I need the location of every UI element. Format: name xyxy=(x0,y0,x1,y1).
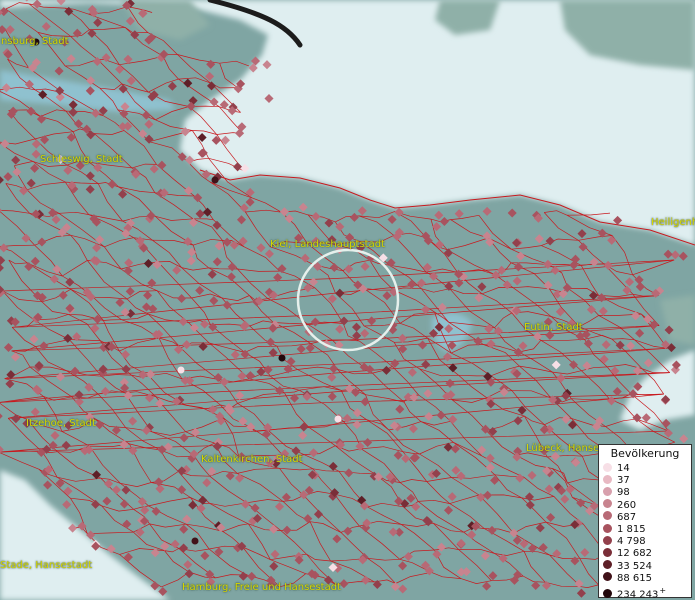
legend-swatch xyxy=(603,474,612,484)
legend-entry: 33 524 xyxy=(603,560,652,573)
population-marker[interactable] xyxy=(177,366,185,374)
legend-entry: 98 xyxy=(603,486,630,499)
legend-swatch xyxy=(603,547,612,557)
map-canvas[interactable] xyxy=(0,0,695,600)
population-marker[interactable] xyxy=(211,176,219,184)
legend-entry: 1 815 xyxy=(603,523,646,536)
legend-label: 33 524 xyxy=(617,560,652,572)
legend-entry: 37 xyxy=(603,474,630,487)
legend-label: 88 615 xyxy=(617,572,652,584)
legend-entry: 260 xyxy=(603,499,637,512)
place-label-flensburg[interactable]: nsburg, Stadt xyxy=(1,36,69,47)
legend-swatch xyxy=(603,572,612,582)
legend-swatch xyxy=(603,486,612,496)
population-marker[interactable] xyxy=(334,415,342,423)
map-view[interactable]: nsburg, Stadt Schleswig, Stadt Kiel, Lan… xyxy=(0,0,695,600)
place-label-heiligenhafen[interactable]: Heiligenh xyxy=(651,217,695,228)
legend-entry: 14 xyxy=(603,462,630,475)
legend-label: 14 xyxy=(617,463,630,474)
legend-label: 260 xyxy=(617,499,637,511)
place-label-itzehoe[interactable]: Itzehoe, Stadt xyxy=(26,418,96,429)
population-marker[interactable] xyxy=(191,537,199,545)
legend-swatch xyxy=(603,523,612,533)
place-label-kaltenkirchen[interactable]: Kaltenkirchen, Stadt xyxy=(201,454,303,465)
legend-swatch xyxy=(603,499,612,509)
legend-entry: 234 243+ xyxy=(603,585,667,600)
legend-entry: 88 615 xyxy=(603,572,652,585)
place-label-stade[interactable]: Stade, Hansestadt xyxy=(0,560,92,571)
legend-swatch xyxy=(603,462,612,472)
legend-entry: 687 xyxy=(603,511,637,524)
legend-label: 98 xyxy=(617,487,630,499)
legend-entry: 12 682 xyxy=(603,547,652,560)
place-label-eutin[interactable]: Eutin, Stadt xyxy=(524,322,583,333)
place-label-kiel[interactable]: Kiel, Landeshauptstadt xyxy=(270,239,385,250)
population-legend: Bevölkerung 14 37 98 260 687 1 815 4 798 12 682… xyxy=(598,444,692,600)
legend-entry: 4 798 xyxy=(603,535,646,548)
legend-label: 234 243 xyxy=(617,589,659,600)
legend-label: 4 798 xyxy=(617,536,646,548)
legend-swatch xyxy=(603,588,612,598)
legend-plus-mark: + xyxy=(659,586,667,595)
place-label-luebeck[interactable]: Lübeck, Hanse xyxy=(526,443,599,454)
place-label-schleswig[interactable]: Schleswig, Stadt xyxy=(40,154,123,165)
legend-label: 1 815 xyxy=(617,524,646,535)
legend-swatch xyxy=(603,535,612,545)
legend-swatch xyxy=(603,560,612,570)
legend-label: 687 xyxy=(617,511,637,523)
legend-title: Bevölkerung xyxy=(610,447,680,460)
legend-label: 12 682 xyxy=(617,548,652,560)
legend-label: 37 xyxy=(617,475,630,487)
population-marker[interactable] xyxy=(278,354,286,362)
legend-swatch xyxy=(603,511,612,521)
place-label-hamburg[interactable]: Hamburg, Freie und Hansestadt xyxy=(182,582,341,593)
